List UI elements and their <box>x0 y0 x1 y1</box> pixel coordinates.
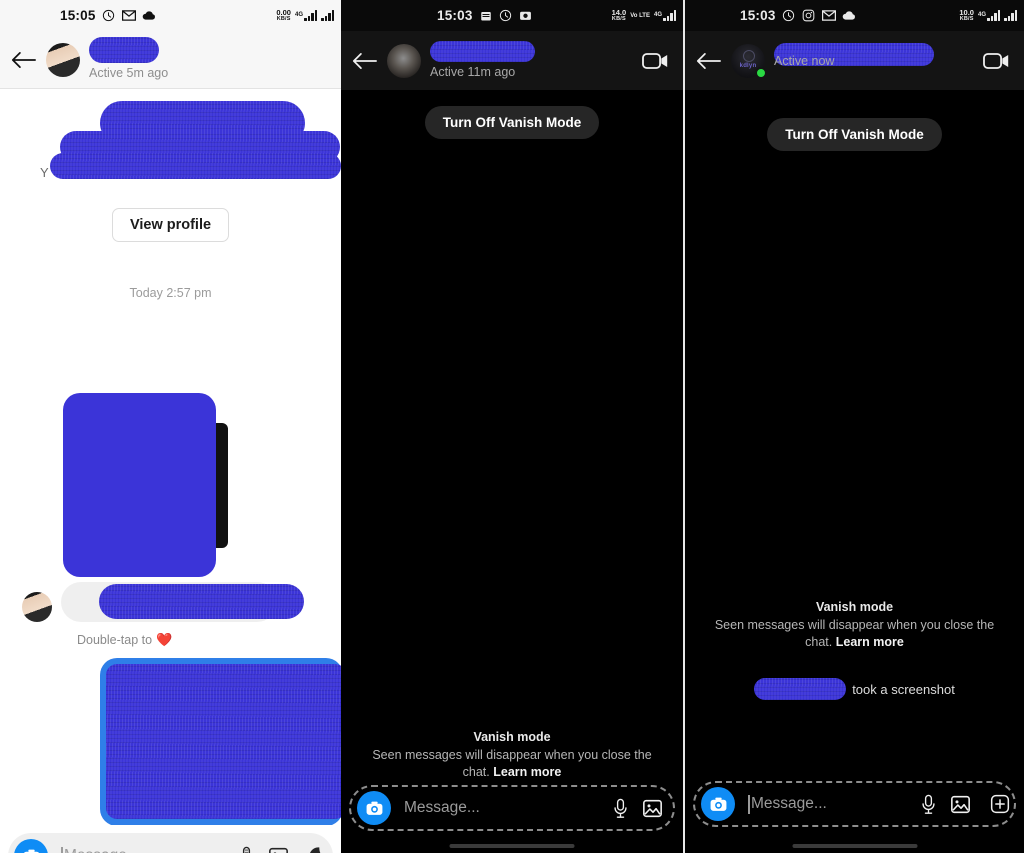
avatar[interactable] <box>387 43 421 78</box>
contact-name-redacted <box>89 37 159 63</box>
clock-icon <box>782 9 796 23</box>
chat-body: Y View profile Today 2:57 pm Double-tap … <box>0 93 341 853</box>
message-bubble <box>61 582 304 622</box>
conversation-timestamp: Today 2:57 pm <box>129 286 212 300</box>
video-camera-icon[interactable] <box>983 51 1010 71</box>
vanish-mode-info: Vanish mode Seen messages will disappear… <box>685 600 1024 651</box>
vanish-mode-info: Vanish mode Seen messages will disappear… <box>341 730 683 781</box>
status-clock: 15:03 <box>740 8 776 23</box>
screenshot-notice: took a screenshot <box>685 678 1024 700</box>
microphone-icon[interactable] <box>238 846 255 853</box>
three-phone-screenshots: 15:05 0.00 KB/S 4G Active 5m ago Y View … <box>0 0 1024 853</box>
active-status: Active 11m ago <box>430 64 516 79</box>
message-composer: Message... <box>341 777 683 839</box>
message-text-redacted <box>99 584 304 619</box>
screenshotter-name-redacted <box>754 678 847 700</box>
message-placeholder: Message... <box>751 795 827 812</box>
back-arrow-icon[interactable] <box>0 50 46 70</box>
signal-icon-primary: 4G <box>978 10 1000 21</box>
view-profile-button[interactable]: View profile <box>111 208 230 242</box>
contact-name-redacted <box>430 40 535 62</box>
message-placeholder: Message... <box>64 847 140 853</box>
active-status: Active now <box>774 53 835 68</box>
gallery-icon[interactable] <box>268 846 289 853</box>
chat-header: Active now <box>685 31 1024 90</box>
back-arrow-icon[interactable] <box>685 51 731 71</box>
status-clock: 15:03 <box>437 8 473 23</box>
message-input-pill[interactable]: Message... <box>349 785 675 831</box>
screenshot-notice-text: took a screenshot <box>852 681 955 697</box>
active-status: Active 5m ago <box>89 66 169 80</box>
status-bar: 15:03 10.0 KB/S 4G <box>685 0 1024 31</box>
avatar[interactable] <box>731 43 767 79</box>
double-tap-hint: Double-tap to ❤️ <box>77 632 173 647</box>
sticker-icon[interactable] <box>990 794 1010 814</box>
chat-header: Active 5m ago <box>0 31 341 89</box>
heart-icon: ❤️ <box>156 632 173 647</box>
learn-more-link[interactable]: Learn more <box>836 635 904 649</box>
gmail-icon <box>821 9 836 23</box>
sticker-icon[interactable] <box>308 846 329 853</box>
online-status-indicator <box>755 66 767 79</box>
incoming-message-row <box>22 582 304 622</box>
profile-bio-redacted: Y <box>0 93 341 198</box>
message-input-pill[interactable]: Message... <box>8 833 333 853</box>
message-composer: Message... <box>0 825 341 853</box>
message-input-pill[interactable]: Message... <box>693 781 1016 827</box>
signal-icon-primary: 4G <box>654 10 676 21</box>
status-clock: 15:05 <box>60 8 96 23</box>
nav-home-indicator <box>449 844 575 848</box>
signal-icon-secondary <box>321 10 334 21</box>
message-input[interactable]: Message... <box>748 794 920 814</box>
image-message-bubble[interactable] <box>63 393 222 577</box>
turn-off-vanish-mode-button[interactable]: Turn Off Vanish Mode <box>424 106 600 139</box>
gallery-icon[interactable] <box>642 798 663 819</box>
camera-icon[interactable] <box>357 791 391 825</box>
status-bar: 15:03 14.0 KB/S Vo LTE 4G <box>341 0 683 31</box>
avatar[interactable] <box>46 42 80 77</box>
camera-photo-icon <box>519 9 533 23</box>
signal-icon-secondary <box>1004 10 1017 21</box>
message-placeholder: Message... <box>404 799 480 816</box>
clock-icon <box>102 9 116 23</box>
network-speed: 0.00 KB/S <box>276 8 291 22</box>
gmail-icon <box>121 9 136 23</box>
back-arrow-icon[interactable] <box>341 51 387 71</box>
vanish-mode-title: Vanish mode <box>815 600 894 614</box>
microphone-icon[interactable] <box>920 794 937 815</box>
vanish-mode-title: Vanish mode <box>473 730 551 744</box>
image-message-bubble-2[interactable] <box>100 658 341 826</box>
camera-icon[interactable] <box>701 787 735 821</box>
message-input[interactable]: Message... <box>61 846 238 853</box>
gallery-icon[interactable] <box>950 794 971 815</box>
microphone-icon[interactable] <box>612 798 629 819</box>
cloud-icon <box>842 9 856 23</box>
video-camera-icon[interactable] <box>642 51 669 71</box>
panel-vanish-active: 15:03 10.0 KB/S 4G kdlyn Active now Turn… <box>683 0 1024 853</box>
clock-icon <box>499 9 513 23</box>
cloud-icon <box>142 9 156 23</box>
volte-indicator: Vo LTE <box>630 12 650 19</box>
signal-icon-primary: 4G <box>295 10 317 21</box>
nav-home-indicator <box>792 844 917 848</box>
network-speed: 10.0 KB/S <box>959 8 974 22</box>
message-composer: Message... <box>685 773 1024 835</box>
turn-off-vanish-mode-button[interactable]: Turn Off Vanish Mode <box>767 118 942 151</box>
vanish-mode-description: Seen messages will disappear when you cl… <box>372 748 652 779</box>
sender-avatar[interactable] <box>22 592 52 622</box>
instagram-icon <box>802 9 816 23</box>
calendar-icon <box>479 9 493 23</box>
status-bar: 15:05 0.00 KB/S 4G <box>0 0 341 31</box>
panel-light-chat: 15:05 0.00 KB/S 4G Active 5m ago Y View … <box>0 0 341 853</box>
panel-vanish-empty: 15:03 14.0 KB/S Vo LTE 4G Active 11m ago… <box>341 0 683 853</box>
message-input[interactable]: Message... <box>404 799 612 817</box>
vanish-mode-description: Seen messages will disappear when you cl… <box>714 618 995 649</box>
network-speed: 14.0 KB/S <box>611 8 627 22</box>
camera-icon[interactable] <box>14 839 48 853</box>
chat-header: Active 11m ago <box>341 31 683 90</box>
bio-visible-char: Y <box>40 165 49 180</box>
